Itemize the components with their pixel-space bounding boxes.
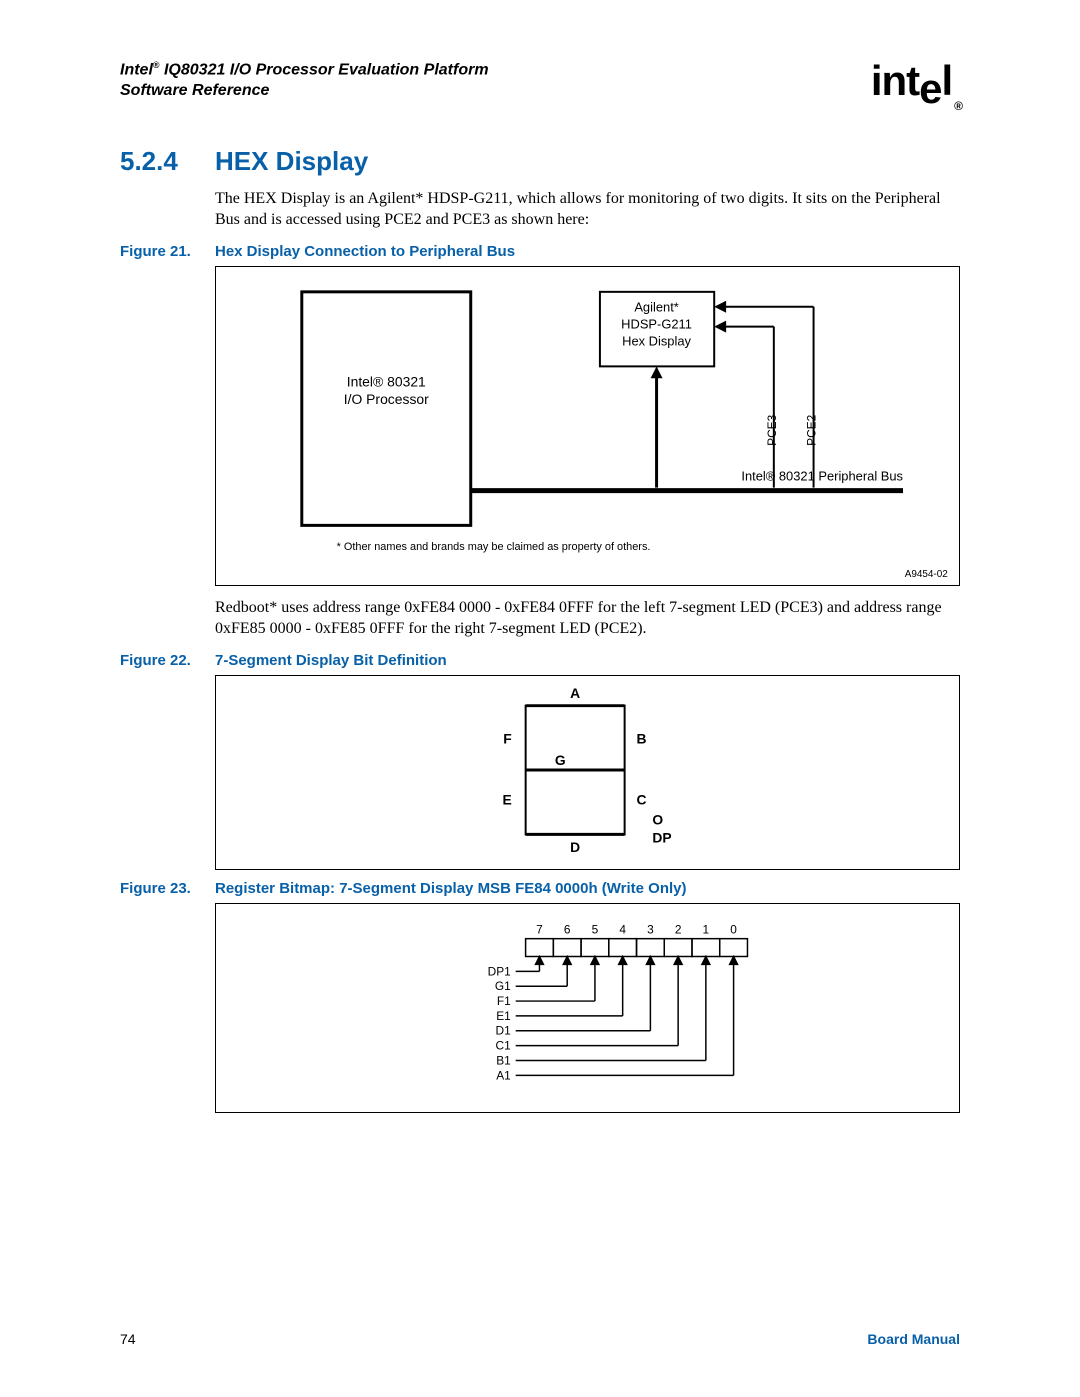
figure-22-title: 7-Segment Display Bit Definition [215, 652, 447, 669]
svg-text:A: A [570, 684, 580, 700]
page-number: 74 [120, 1331, 136, 1347]
svg-text:D: D [570, 839, 580, 855]
header-line1-prefix: Intel [120, 61, 153, 78]
svg-text:C1: C1 [496, 1038, 512, 1052]
svg-text:B: B [636, 730, 646, 746]
svg-text:PCE2: PCE2 [805, 414, 819, 445]
svg-text:F: F [503, 730, 511, 746]
figure-22-caption: Figure 22.7-Segment Display Bit Definiti… [120, 652, 960, 669]
svg-text:A9454-02: A9454-02 [905, 569, 949, 580]
registered-mark: ® [153, 60, 160, 70]
page-footer: 74 Board Manual [120, 1331, 960, 1347]
figure-23-caption: Figure 23.Register Bitmap: 7-Segment Dis… [120, 880, 960, 897]
header-title-block: Intel® IQ80321 I/O Processor Evaluation … [120, 60, 489, 102]
svg-text:Intel® 80321: Intel® 80321 [347, 373, 426, 389]
svg-text:D1: D1 [496, 1023, 512, 1037]
figure-21-diagram: Intel® 80321 I/O Processor Agilent* HDSP… [215, 266, 960, 586]
section-number: 5.2.4 [120, 146, 215, 177]
header-line2: Software Reference [120, 82, 269, 99]
section-heading: 5.2.4HEX Display [120, 146, 960, 177]
section-title: HEX Display [215, 146, 368, 176]
svg-text:6: 6 [564, 922, 571, 936]
svg-text:G: G [555, 752, 566, 768]
svg-text:G1: G1 [495, 979, 511, 993]
intel-logo: intel® [871, 60, 960, 106]
svg-text:PCE3: PCE3 [765, 414, 779, 445]
figure-23-title: Register Bitmap: 7-Segment Display MSB F… [215, 880, 687, 897]
svg-text:I/O Processor: I/O Processor [344, 391, 429, 407]
figure-22-diagram: A B C D E F G O DP [215, 675, 960, 870]
figure-22-label: Figure 22. [120, 652, 215, 669]
svg-text:DP: DP [652, 829, 671, 845]
figure-21-title: Hex Display Connection to Peripheral Bus [215, 243, 515, 260]
svg-text:A1: A1 [496, 1068, 511, 1082]
svg-text:O: O [652, 811, 663, 827]
svg-text:E1: E1 [496, 1008, 511, 1022]
svg-text:5: 5 [592, 922, 599, 936]
svg-text:Intel® 80321 Peripheral Bus: Intel® 80321 Peripheral Bus [741, 469, 903, 484]
svg-text:4: 4 [619, 922, 626, 936]
svg-text:Agilent*: Agilent* [634, 300, 679, 315]
svg-text:HDSP-G211: HDSP-G211 [621, 317, 692, 332]
svg-text:3: 3 [647, 922, 654, 936]
svg-text:0: 0 [730, 922, 737, 936]
svg-text:Hex Display: Hex Display [622, 333, 691, 348]
svg-text:E: E [503, 791, 512, 807]
figure-21-caption: Figure 21.Hex Display Connection to Peri… [120, 243, 960, 260]
svg-text:C: C [636, 791, 646, 807]
paragraph-2: Redboot* uses address range 0xFE84 0000 … [215, 598, 960, 640]
manual-label: Board Manual [867, 1331, 960, 1347]
header-line1-suffix: IQ80321 I/O Processor Evaluation Platfor… [160, 61, 489, 78]
svg-text:B1: B1 [496, 1053, 511, 1067]
paragraph-1: The HEX Display is an Agilent* HDSP-G211… [215, 189, 960, 231]
svg-text:2: 2 [675, 922, 682, 936]
figure-23-label: Figure 23. [120, 880, 215, 897]
svg-text:1: 1 [703, 922, 710, 936]
figure-23-diagram: 7 6 5 4 3 2 1 0 DP1 [215, 903, 960, 1113]
svg-text:7: 7 [536, 922, 543, 936]
svg-text:F1: F1 [497, 994, 511, 1008]
svg-text:DP1: DP1 [488, 964, 511, 978]
svg-text:* Other names and brands may b: * Other names and brands may be claimed … [337, 541, 651, 553]
page-header: Intel® IQ80321 I/O Processor Evaluation … [120, 60, 960, 106]
figure-21-label: Figure 21. [120, 243, 215, 260]
